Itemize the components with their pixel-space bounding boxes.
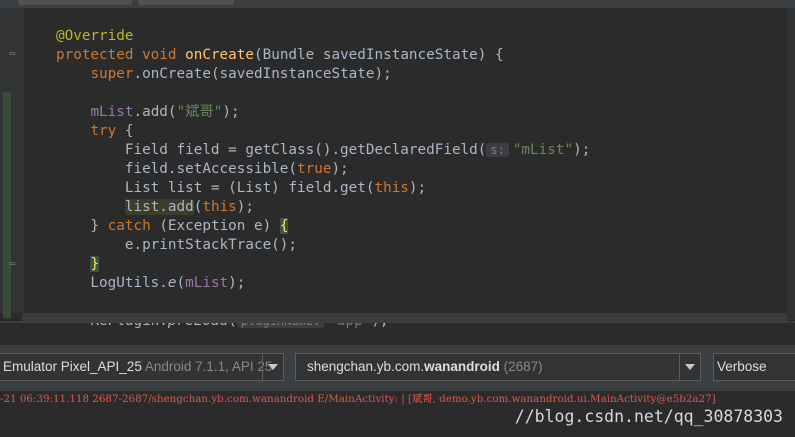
code-token: ); (331, 161, 349, 177)
chevron-down-icon[interactable] (679, 354, 700, 380)
code-token: Field field = getClass().getDeclaredFiel… (56, 142, 487, 158)
code-token: super (90, 66, 134, 82)
device-name: Emulator Pixel_API_25 (3, 359, 142, 374)
editor-scrollbar[interactable] (787, 8, 795, 320)
code-token: this (202, 199, 237, 215)
code-token: ); (228, 275, 246, 291)
code-line[interactable]: mList.add("斌哥"); (56, 103, 240, 122)
logcat-output[interactable]: -21 06:39:11.118 2687-2687/shengchan.yb.… (0, 392, 795, 437)
code-token: "斌哥" (176, 104, 223, 120)
process-prefix: shengchan.yb.com. (307, 359, 425, 374)
code-token: ); (222, 104, 240, 120)
editor-tab[interactable] (138, 0, 234, 5)
code-line[interactable]: super.onCreate(savedInstanceState); (56, 65, 392, 84)
code-token: true (297, 161, 332, 177)
code-line[interactable]: } catch (Exception e) { (56, 217, 289, 236)
fold-icon[interactable]: ▭ (8, 50, 17, 59)
code-line[interactable]: List list = (List) field.get(this); (56, 179, 426, 198)
code-line[interactable]: @Override (56, 27, 133, 46)
editor-tab-strip (0, 0, 795, 8)
code-token: field.setAccessible( (56, 161, 298, 177)
editor-tab[interactable] (18, 0, 132, 5)
device-selector[interactable]: Emulator Pixel_API_25 Android 7.1.1, API… (0, 353, 284, 381)
process-pid: (2687) (503, 359, 543, 374)
code-token: e.printStackTrace(); (56, 237, 298, 253)
code-token: mList (90, 104, 134, 120)
code-line[interactable]: e.printStackTrace(); (56, 236, 297, 255)
code-token: this (374, 180, 409, 196)
code-token: try (90, 123, 125, 139)
code-token: @Override (56, 28, 134, 44)
code-line[interactable]: } (56, 255, 100, 274)
code-line[interactable]: try { (56, 122, 133, 141)
code-token: "mList" (512, 142, 574, 158)
code-token: (Exception e) (159, 218, 280, 234)
log-level-selector[interactable]: Verbose (713, 353, 795, 381)
process-name: wanandroid (424, 359, 500, 374)
code-line[interactable]: LogUtils.e(mList); (56, 274, 245, 293)
log-entry: -21 06:39:11.118 2687-2687/shengchan.yb.… (0, 393, 716, 405)
code-token: protected (56, 47, 143, 63)
code-line[interactable]: protected void onCreate(Bundle savedInst… (56, 46, 504, 65)
device-detail: Android 7.1.1, API 25 (144, 359, 273, 374)
code-token: list.add (124, 199, 194, 215)
code-token: mList (185, 275, 229, 291)
code-token: LogUtils. (56, 275, 168, 291)
logcat-toolbar: Emulator Pixel_API_25 Android 7.1.1, API… (0, 345, 795, 391)
code-token: .onCreate(savedInstanceState); (133, 66, 392, 82)
code-token: catch (107, 218, 160, 234)
code-token: { (124, 123, 134, 139)
code-token: } (56, 218, 108, 234)
chevron-down-icon[interactable] (262, 354, 283, 380)
log-level: Verbose (717, 359, 767, 374)
code-token: onCreate (185, 47, 254, 63)
code-token: ); (573, 142, 591, 158)
watermark: //blog.csdn.net/qq_30878303 (514, 407, 783, 426)
code-token: e (167, 275, 177, 291)
code-token: List list = (List) field.get( (56, 180, 375, 196)
change-marker (3, 92, 11, 318)
horizontal-scrollbar[interactable] (22, 313, 787, 321)
code-line[interactable]: list.add(this); (56, 198, 254, 217)
code-token: { (279, 218, 289, 234)
code-token: .add( (133, 104, 177, 120)
code-line[interactable]: field.setAccessible(true); (56, 160, 349, 179)
fold-icon[interactable]: ▭ (8, 260, 17, 269)
code-token: ); (236, 199, 255, 215)
parameter-hint: s: (486, 143, 509, 157)
code-token: } (90, 256, 100, 272)
code-line[interactable]: Field field = getClass().getDeclaredFiel… (56, 141, 590, 160)
code-token: void (142, 47, 186, 63)
process-selector[interactable]: shengchan.yb.com.wanandroid (2687) (295, 353, 701, 381)
panel-divider[interactable] (0, 321, 795, 323)
code-token: (Bundle savedInstanceState) { (254, 47, 504, 63)
code-token: ( (176, 275, 186, 291)
code-token: ); (408, 180, 427, 196)
